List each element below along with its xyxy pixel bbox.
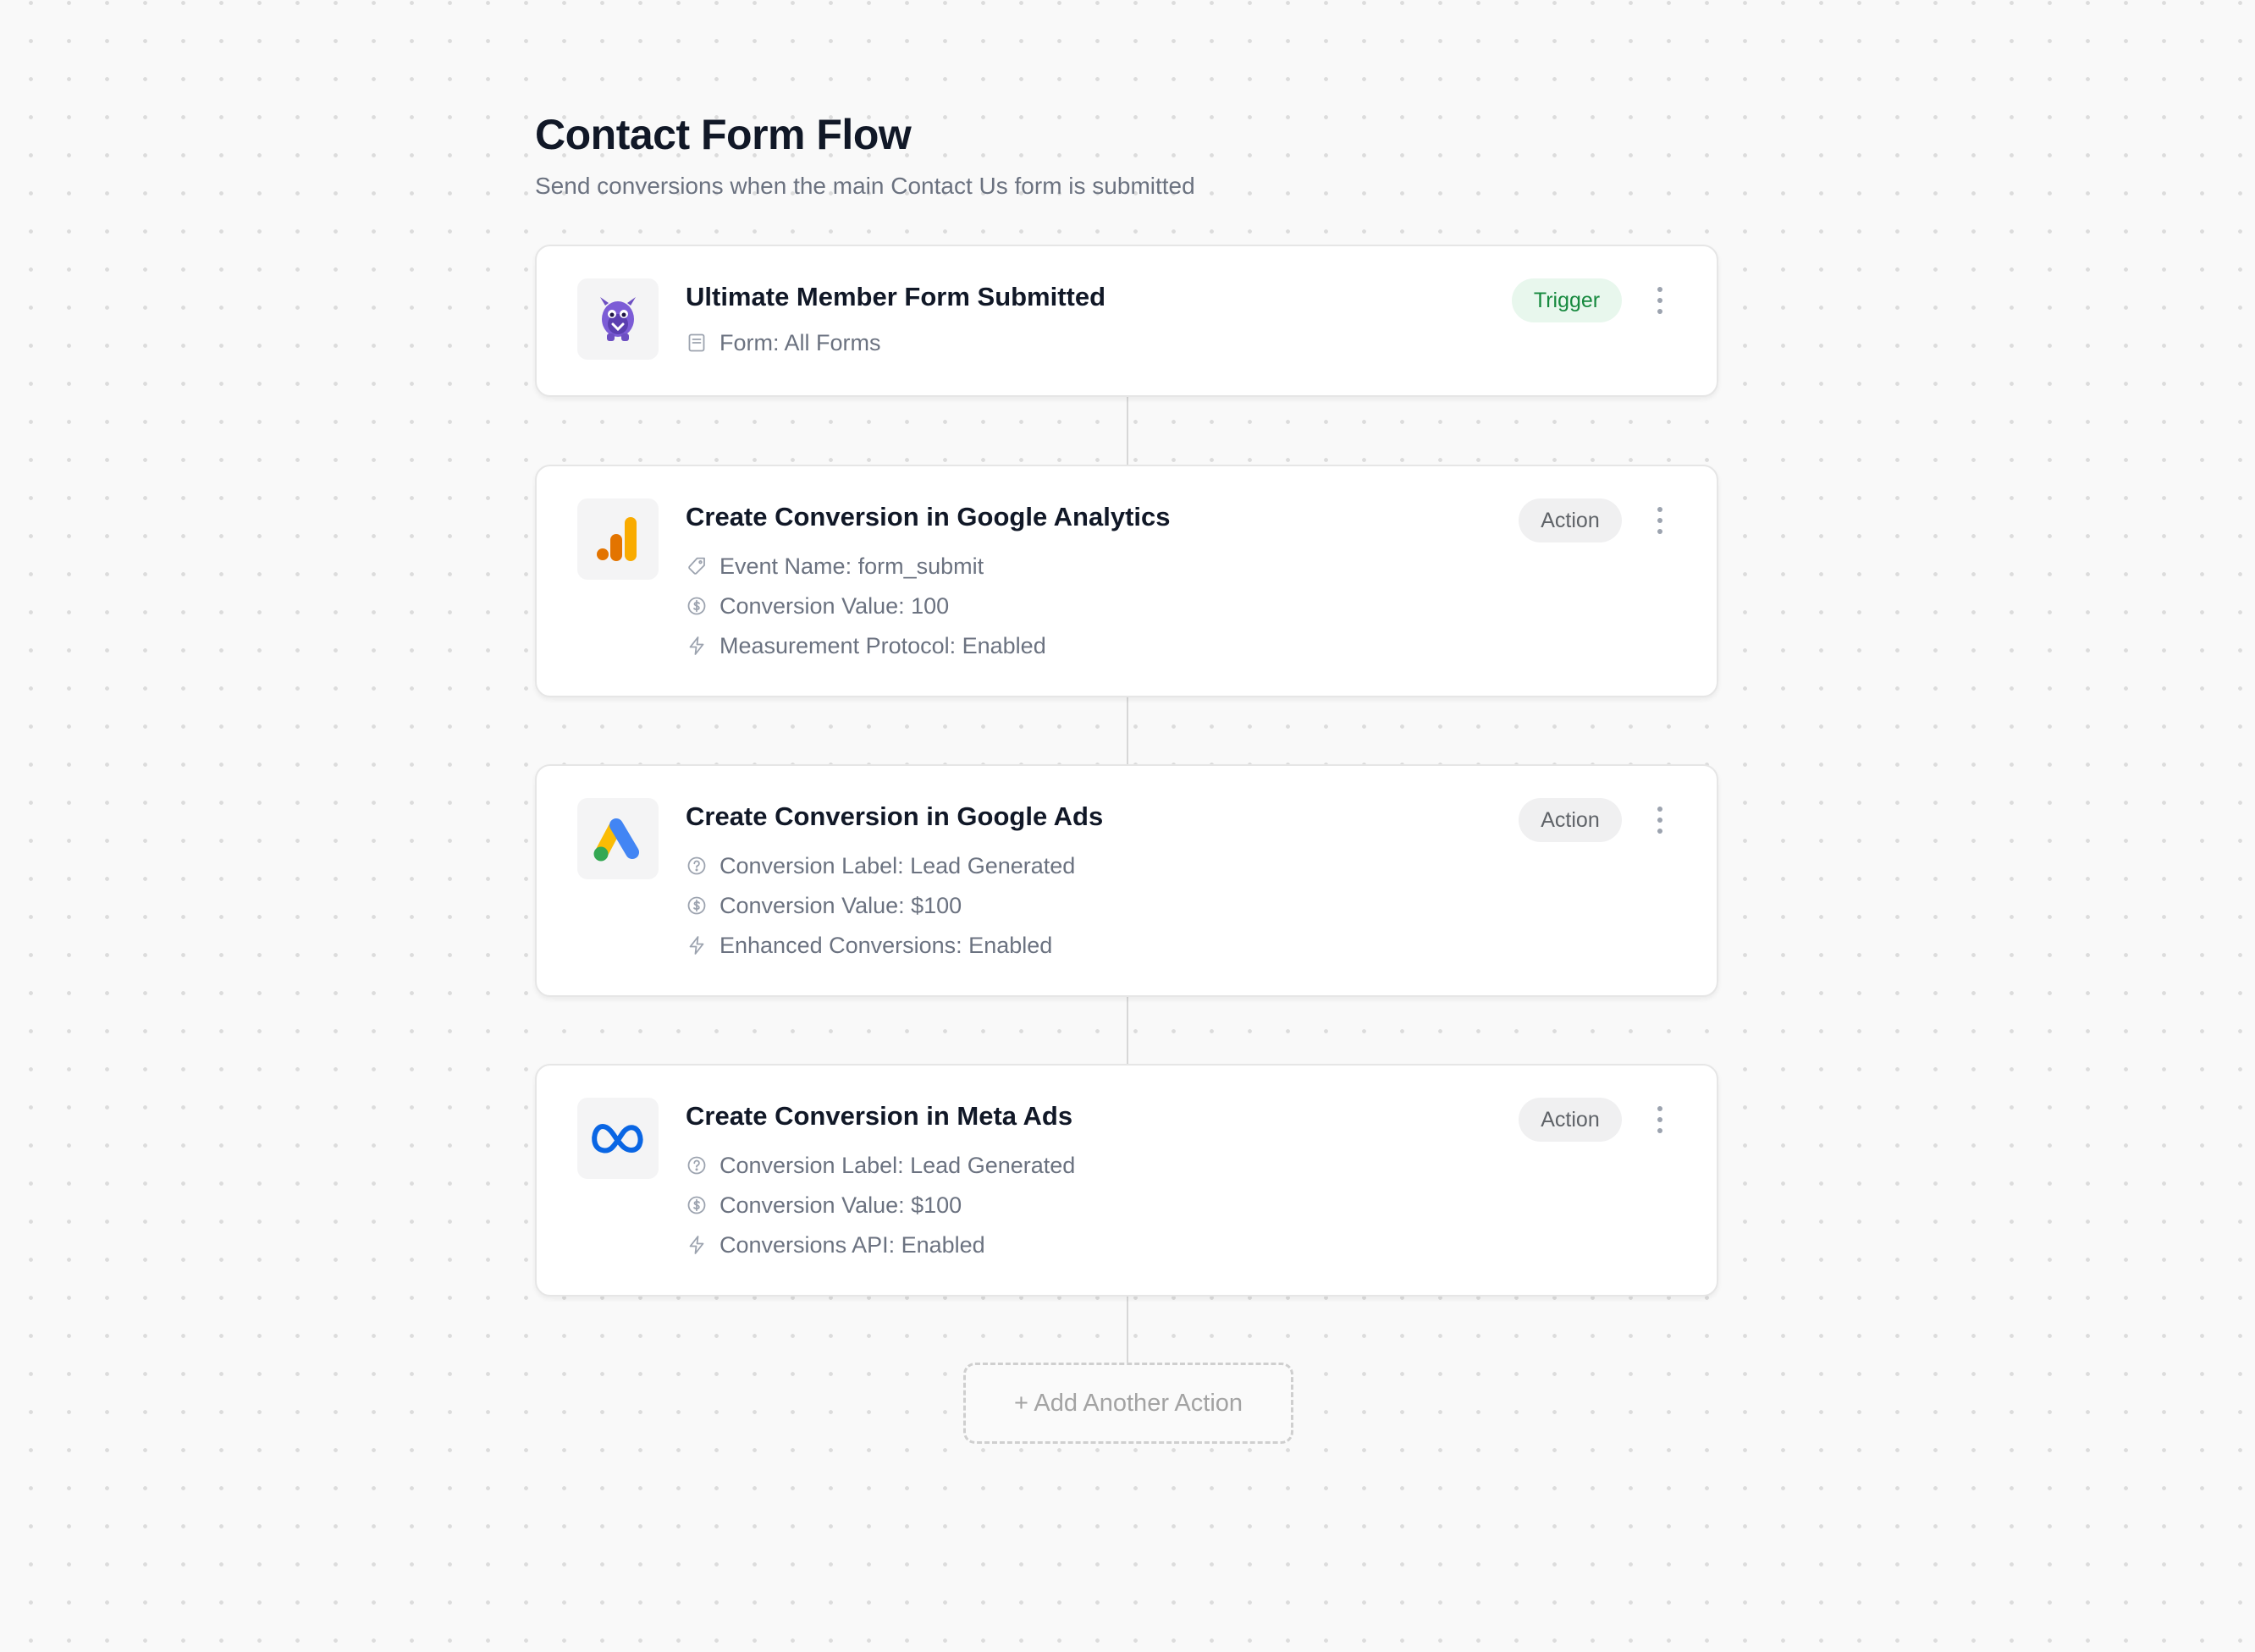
action-badge: Action bbox=[1519, 1098, 1622, 1142]
flow-connector bbox=[1127, 395, 1128, 465]
bolt-icon bbox=[686, 1234, 708, 1256]
add-another-action-button[interactable]: + Add Another Action bbox=[963, 1363, 1293, 1444]
google-ads-card[interactable]: Create Conversion in Google Ads Conversi… bbox=[535, 764, 1718, 997]
detail-text: Conversion Label: Lead Generated bbox=[720, 852, 1076, 878]
step-detail: Conversion Label: Lead Generated bbox=[686, 851, 1075, 881]
step-title: Create Conversion in Meta Ads bbox=[686, 1101, 1073, 1131]
step-detail: Conversions API: Enabled bbox=[686, 1230, 985, 1260]
bolt-icon bbox=[686, 934, 708, 956]
flow-connector bbox=[1127, 696, 1128, 765]
ultimate-member-icon bbox=[577, 278, 659, 360]
flow-connector bbox=[1127, 1296, 1128, 1363]
step-detail: Conversion Label: Lead Generated bbox=[686, 1150, 1075, 1181]
more-options-icon[interactable] bbox=[1649, 803, 1671, 837]
more-options-icon[interactable] bbox=[1649, 1103, 1671, 1137]
dollar-icon bbox=[686, 895, 708, 917]
help-circle-icon bbox=[686, 855, 708, 877]
step-detail: Enhanced Conversions: Enabled bbox=[686, 930, 1052, 961]
detail-text: Event Name: form_submit bbox=[720, 553, 984, 579]
meta-icon bbox=[577, 1098, 659, 1179]
step-detail: Conversion Value: $100 bbox=[686, 1190, 962, 1220]
step-title: Create Conversion in Google Analytics bbox=[686, 502, 1171, 531]
page-title: Contact Form Flow bbox=[535, 111, 912, 158]
more-options-icon[interactable] bbox=[1649, 504, 1671, 537]
trigger-card[interactable]: Ultimate Member Form Submitted Form: All… bbox=[535, 245, 1718, 397]
bolt-icon bbox=[686, 635, 708, 657]
tag-icon bbox=[686, 555, 708, 577]
step-detail: Conversion Value: $100 bbox=[686, 890, 962, 921]
dollar-icon bbox=[686, 1194, 708, 1216]
detail-text: Measurement Protocol: Enabled bbox=[720, 632, 1046, 658]
detail-text: Conversions API: Enabled bbox=[720, 1231, 985, 1258]
step-detail: Measurement Protocol: Enabled bbox=[686, 631, 1046, 661]
step-detail: Conversion Value: 100 bbox=[686, 591, 949, 621]
detail-text: Conversion Value: $100 bbox=[720, 1192, 962, 1218]
form-icon bbox=[686, 332, 708, 354]
action-badge: Action bbox=[1519, 498, 1622, 542]
meta-ads-card[interactable]: Create Conversion in Meta Ads Conversion… bbox=[535, 1064, 1718, 1297]
step-detail: Event Name: form_submit bbox=[686, 551, 984, 581]
detail-text: Enhanced Conversions: Enabled bbox=[720, 932, 1053, 958]
detail-text: Conversion Value: 100 bbox=[720, 592, 950, 619]
action-badge: Action bbox=[1519, 798, 1622, 842]
google-ads-icon bbox=[577, 798, 659, 879]
page-subtitle: Send conversions when the main Contact U… bbox=[535, 173, 1195, 199]
dollar-icon bbox=[686, 595, 708, 617]
flow-connector bbox=[1127, 995, 1128, 1065]
trigger-badge: Trigger bbox=[1512, 278, 1622, 322]
step-detail: Form: All Forms bbox=[686, 328, 881, 358]
step-title: Create Conversion in Google Ads bbox=[686, 801, 1104, 831]
more-options-icon[interactable] bbox=[1649, 284, 1671, 317]
google-analytics-icon bbox=[577, 498, 659, 580]
google-analytics-card[interactable]: Create Conversion in Google Analytics Ev… bbox=[535, 465, 1718, 697]
detail-text: Conversion Value: $100 bbox=[720, 892, 962, 918]
detail-text: Conversion Label: Lead Generated bbox=[720, 1152, 1076, 1178]
step-title: Ultimate Member Form Submitted bbox=[686, 282, 1106, 311]
detail-text: Form: All Forms bbox=[720, 329, 881, 355]
help-circle-icon bbox=[686, 1154, 708, 1176]
